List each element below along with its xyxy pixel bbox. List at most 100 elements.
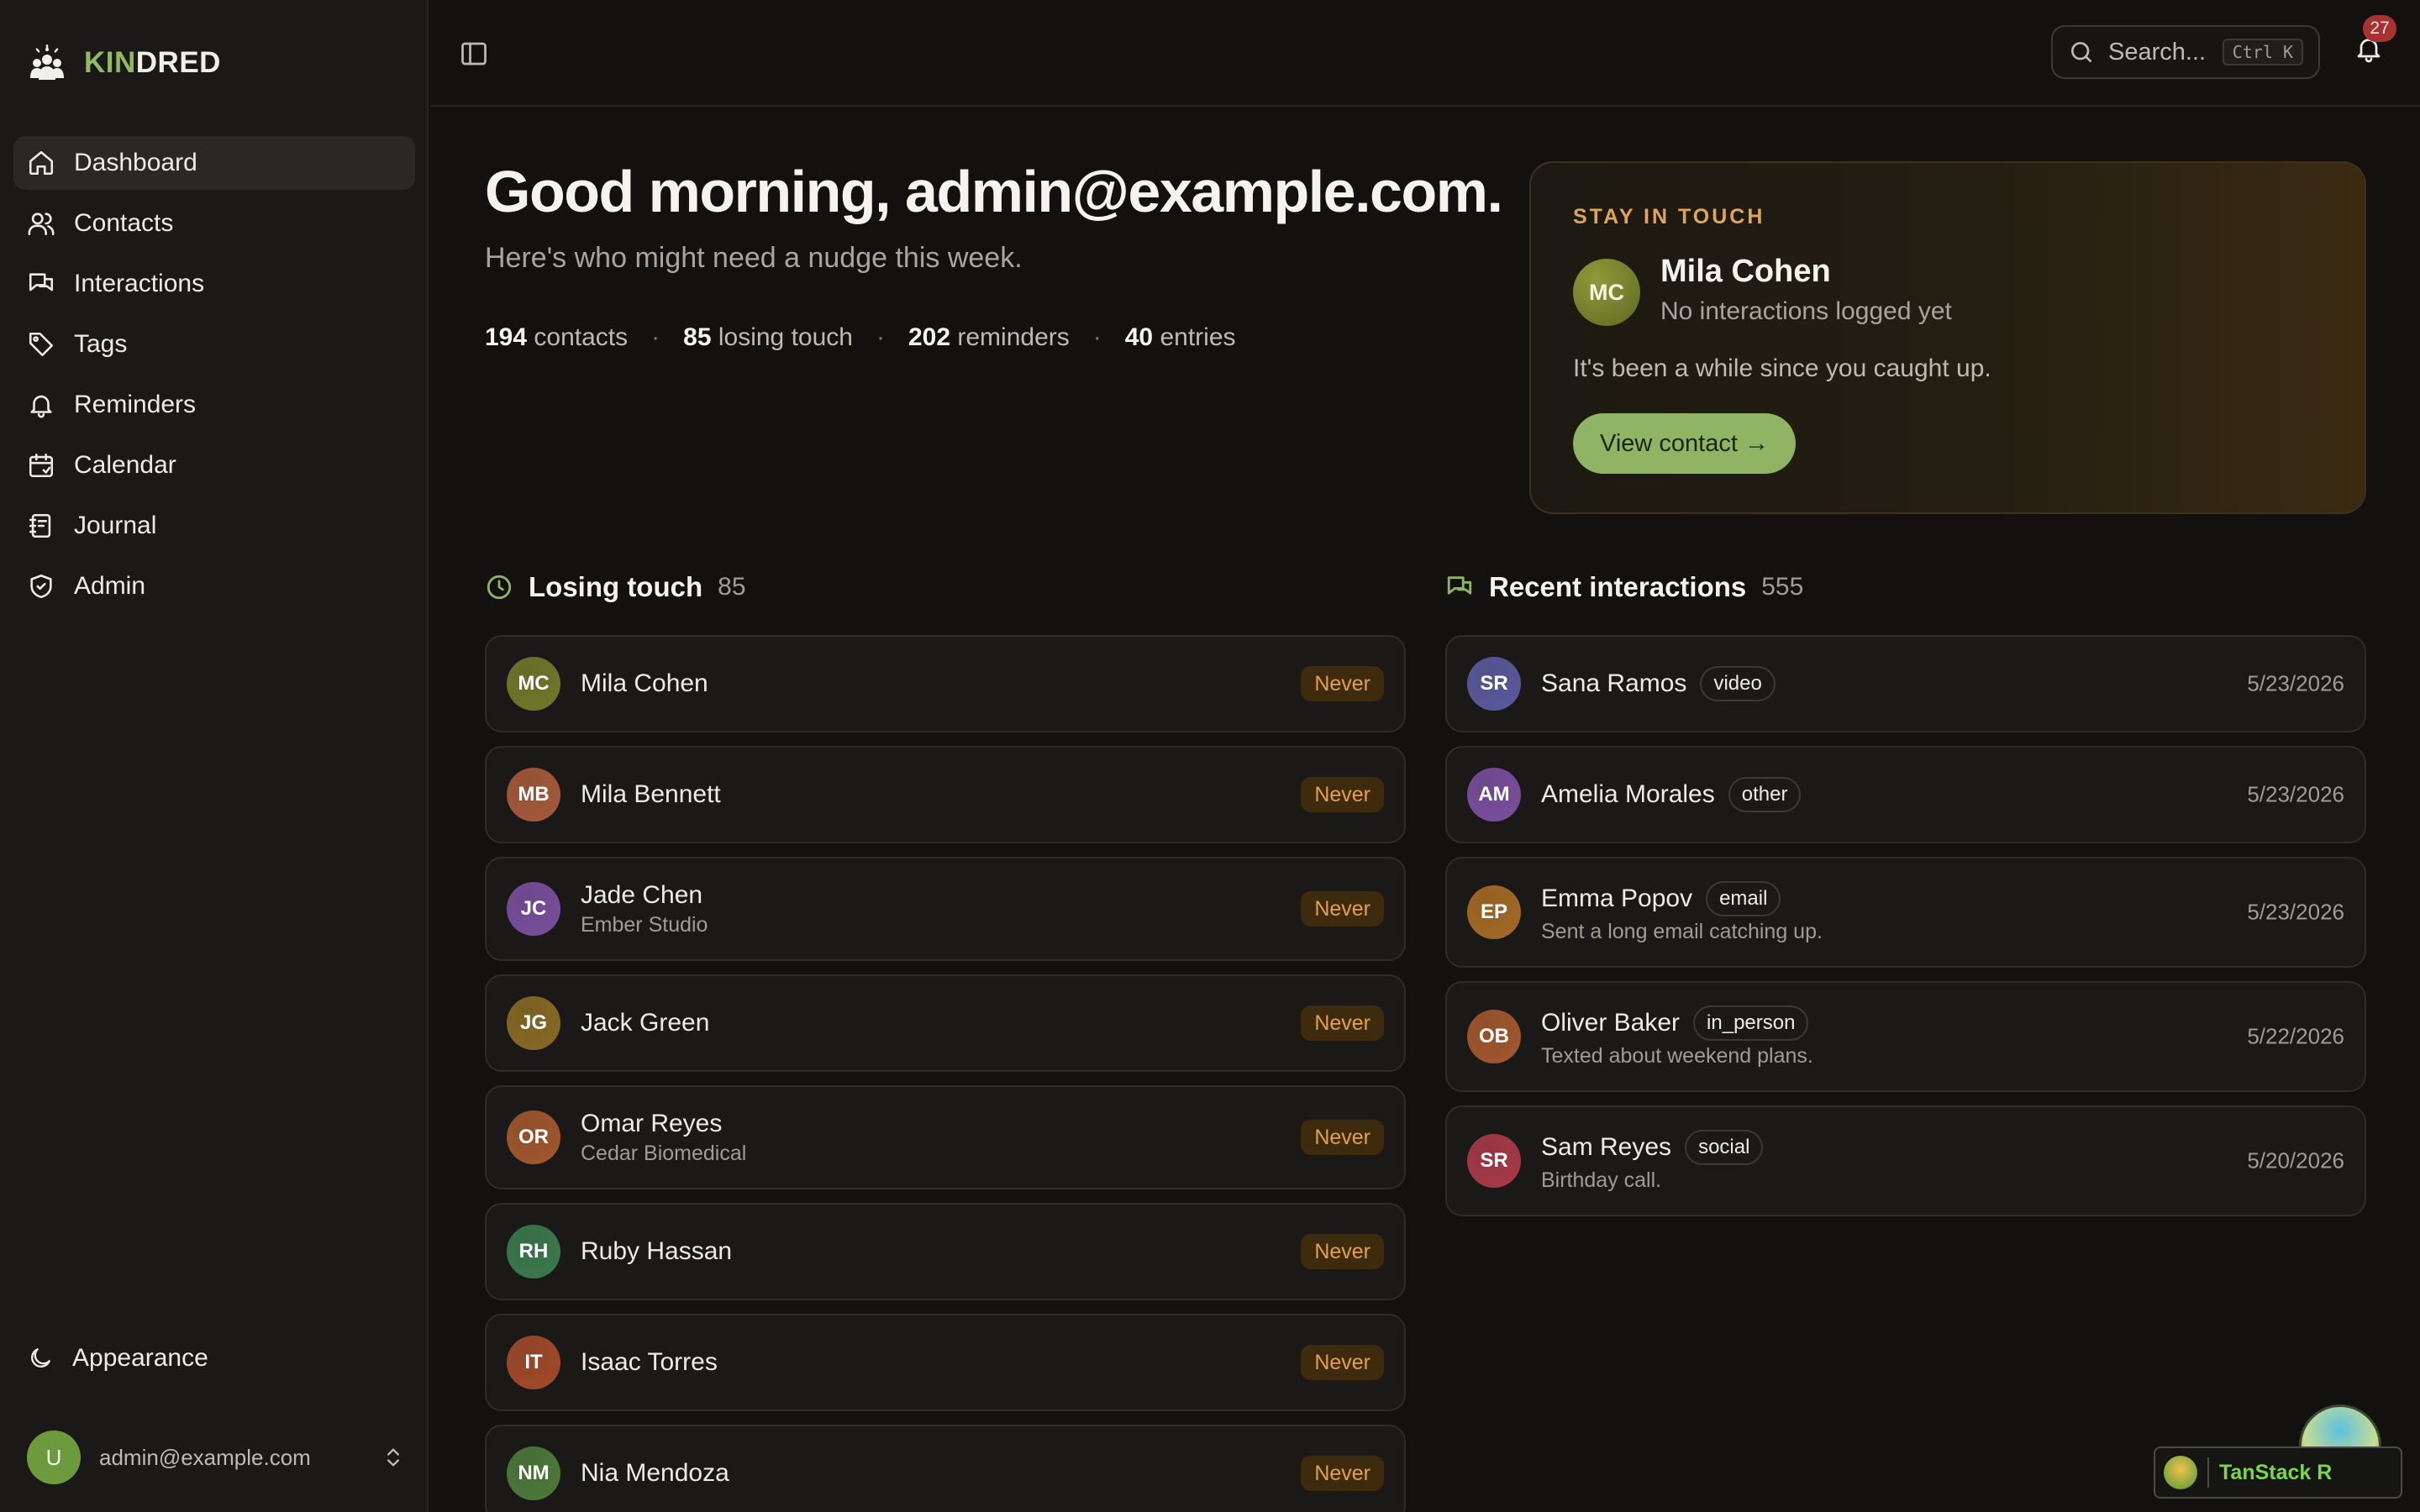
list-item[interactable]: AM Amelia Morales other 5/23/2026 xyxy=(1445,746,2366,843)
sidebar-item-admin[interactable]: Admin xyxy=(13,559,415,613)
contact-name: Sam Reyes xyxy=(1541,1132,1672,1161)
contact-text: Ruby Hassan xyxy=(581,1237,732,1266)
stat-value: 85 xyxy=(683,323,712,351)
losing-touch-header: Losing touch 85 xyxy=(485,571,746,603)
sidebar-item-interactions[interactable]: Interactions xyxy=(13,257,415,311)
contact-name: Ruby Hassan xyxy=(581,1237,733,1265)
sidebar-item-label: Dashboard xyxy=(74,149,197,176)
interaction-text: Emma Popov email Sent a long email catchin… xyxy=(1541,880,1823,944)
contact-text: Nia Mendoza xyxy=(581,1459,729,1488)
tanstack-logo-icon xyxy=(2164,1456,2197,1489)
contact-name: Mila Cohen xyxy=(581,669,708,697)
status-badge: Never xyxy=(1301,1120,1384,1155)
stat-contacts: 194 contacts xyxy=(485,323,628,352)
stat-separator: · xyxy=(1092,323,1102,351)
contact-company: Ember Studio xyxy=(581,912,708,937)
sidebar-item-tags[interactable]: Tags xyxy=(13,318,415,371)
sidebar-item-contacts[interactable]: Contacts xyxy=(13,197,415,250)
sidebar-item-label: Interactions xyxy=(74,270,205,297)
avatar: OR xyxy=(507,1110,560,1164)
list-item[interactable]: OB Oliver Baker in_person Texted about week… xyxy=(1445,981,2366,1092)
stat-losing-touch: 85 losing touch xyxy=(683,323,853,352)
sidebar-item-reminders[interactable]: Reminders xyxy=(13,378,415,432)
bell-icon xyxy=(30,395,52,418)
tanstack-label: TanStack R xyxy=(2219,1460,2333,1484)
stat-label: contacts xyxy=(534,323,629,351)
brand-name: KINDRED xyxy=(84,46,221,80)
sidebar-item-calendar[interactable]: Calendar xyxy=(13,438,415,492)
list-item[interactable]: JC Jade Chen Ember Studio Never xyxy=(485,857,1406,961)
sidebar: KINDRED Dashboard Contacts Interactions … xyxy=(0,0,429,1512)
journal-icon xyxy=(29,513,51,538)
avatar: MC xyxy=(507,657,560,711)
interaction-date: 5/22/2026 xyxy=(2247,1023,2344,1049)
topbar: Search... Ctrl K 27 xyxy=(430,0,2420,107)
search-input[interactable]: Search... Ctrl K xyxy=(2051,25,2320,79)
list-item[interactable]: EP Emma Popov email Sent a long email catch… xyxy=(1445,857,2366,968)
avatar: JC xyxy=(507,882,560,936)
list-item[interactable]: NM Nia Mendoza Never xyxy=(485,1425,1406,1512)
list-item[interactable]: SR Sana Ramos video 5/23/2026 xyxy=(1445,635,2366,732)
interaction-text: Amelia Morales other xyxy=(1541,777,1802,812)
brand-logo[interactable]: KINDRED xyxy=(27,42,221,84)
sidebar-item-label: Tags xyxy=(74,330,128,358)
interaction-text: Sam Reyes social Birthday call. xyxy=(1541,1129,1764,1193)
stat-label: reminders xyxy=(957,323,1070,351)
avatar: SR xyxy=(1467,657,1521,711)
user-menu[interactable]: U admin@example.com xyxy=(27,1431,405,1484)
calendar-icon xyxy=(29,453,54,478)
stats-summary: 194 contacts · 85 losing touch · 202 rem… xyxy=(485,323,1236,352)
status-badge: Never xyxy=(1301,666,1384,701)
stat-value: 202 xyxy=(908,323,951,351)
contact-name: Amelia Morales xyxy=(1541,780,1715,808)
view-contact-button[interactable]: View contact → xyxy=(1573,413,1796,474)
interaction-note: Texted about weekend plans. xyxy=(1541,1043,1813,1068)
interaction-type-chip: social xyxy=(1685,1129,1764,1165)
main-nav: Dashboard Contacts Interactions Tags Rem… xyxy=(13,136,415,620)
chevrons-up-down-icon xyxy=(387,1448,399,1467)
sidebar-item-label: Admin xyxy=(74,572,146,600)
interaction-text: Sana Ramos video xyxy=(1541,666,1776,701)
stay-in-touch-card: STAY IN TOUCH MC Mila Cohen No interacti… xyxy=(1529,161,2366,514)
list-item[interactable]: RH Ruby Hassan Never xyxy=(485,1203,1406,1300)
contact-text: Isaac Torres xyxy=(581,1348,718,1377)
sidebar-item-dashboard[interactable]: Dashboard xyxy=(13,136,415,190)
sunrise-family-icon xyxy=(30,45,64,80)
search-icon xyxy=(2071,42,2091,62)
contact-text: Mila Bennett xyxy=(581,780,721,809)
list-item[interactable]: OR Omar Reyes Cedar Biomedical Never xyxy=(485,1085,1406,1189)
stat-label: entries xyxy=(1160,323,1236,351)
contact-company: Cedar Biomedical xyxy=(581,1141,747,1165)
stat-reminders: 202 reminders xyxy=(908,323,1070,352)
stat-label: losing touch xyxy=(718,323,853,351)
appearance-toggle[interactable]: Appearance xyxy=(27,1344,208,1373)
section-title: Losing touch xyxy=(529,571,703,602)
sidebar-toggle-icon[interactable] xyxy=(459,39,489,69)
interaction-line: Oliver Baker in_person xyxy=(1541,1005,1813,1041)
interaction-text: Oliver Baker in_person Texted about weeken… xyxy=(1541,1005,1813,1068)
list-item[interactable]: JG Jack Green Never xyxy=(485,974,1406,1072)
sidebar-item-journal[interactable]: Journal xyxy=(13,499,415,553)
interaction-date: 5/23/2026 xyxy=(2247,899,2344,925)
list-item[interactable]: IT Isaac Torres Never xyxy=(485,1314,1406,1411)
list-item[interactable]: MB Mila Bennett Never xyxy=(485,746,1406,843)
sidebar-item-label: Calendar xyxy=(74,451,176,479)
status-badge: Never xyxy=(1301,1234,1384,1269)
sidebar-item-label: Contacts xyxy=(74,209,174,237)
search-placeholder: Search... xyxy=(2108,38,2207,66)
stay-message: It's been a while since you caught up. xyxy=(1573,354,1991,382)
contact-name: Sana Ramos xyxy=(1541,669,1687,697)
interaction-line: Emma Popov email xyxy=(1541,880,1823,916)
tanstack-devtools-button[interactable]: TanStack R xyxy=(2154,1446,2402,1499)
contact-name: Isaac Torres xyxy=(581,1348,718,1376)
appearance-label: Appearance xyxy=(72,1344,208,1372)
interaction-note: Sent a long email catching up. xyxy=(1541,919,1823,943)
brand-kin: KIN xyxy=(84,46,136,79)
status-badge: Never xyxy=(1301,1005,1384,1041)
list-item[interactable]: MC Mila Cohen Never xyxy=(485,635,1406,732)
section-title: Recent interactions xyxy=(1489,571,1747,602)
list-item[interactable]: SR Sam Reyes social Birthday call. 5/20/2026 xyxy=(1445,1105,2366,1216)
status-badge: Never xyxy=(1301,1456,1384,1491)
avatar: OB xyxy=(1467,1010,1521,1063)
interaction-note: Birthday call. xyxy=(1541,1168,1662,1192)
